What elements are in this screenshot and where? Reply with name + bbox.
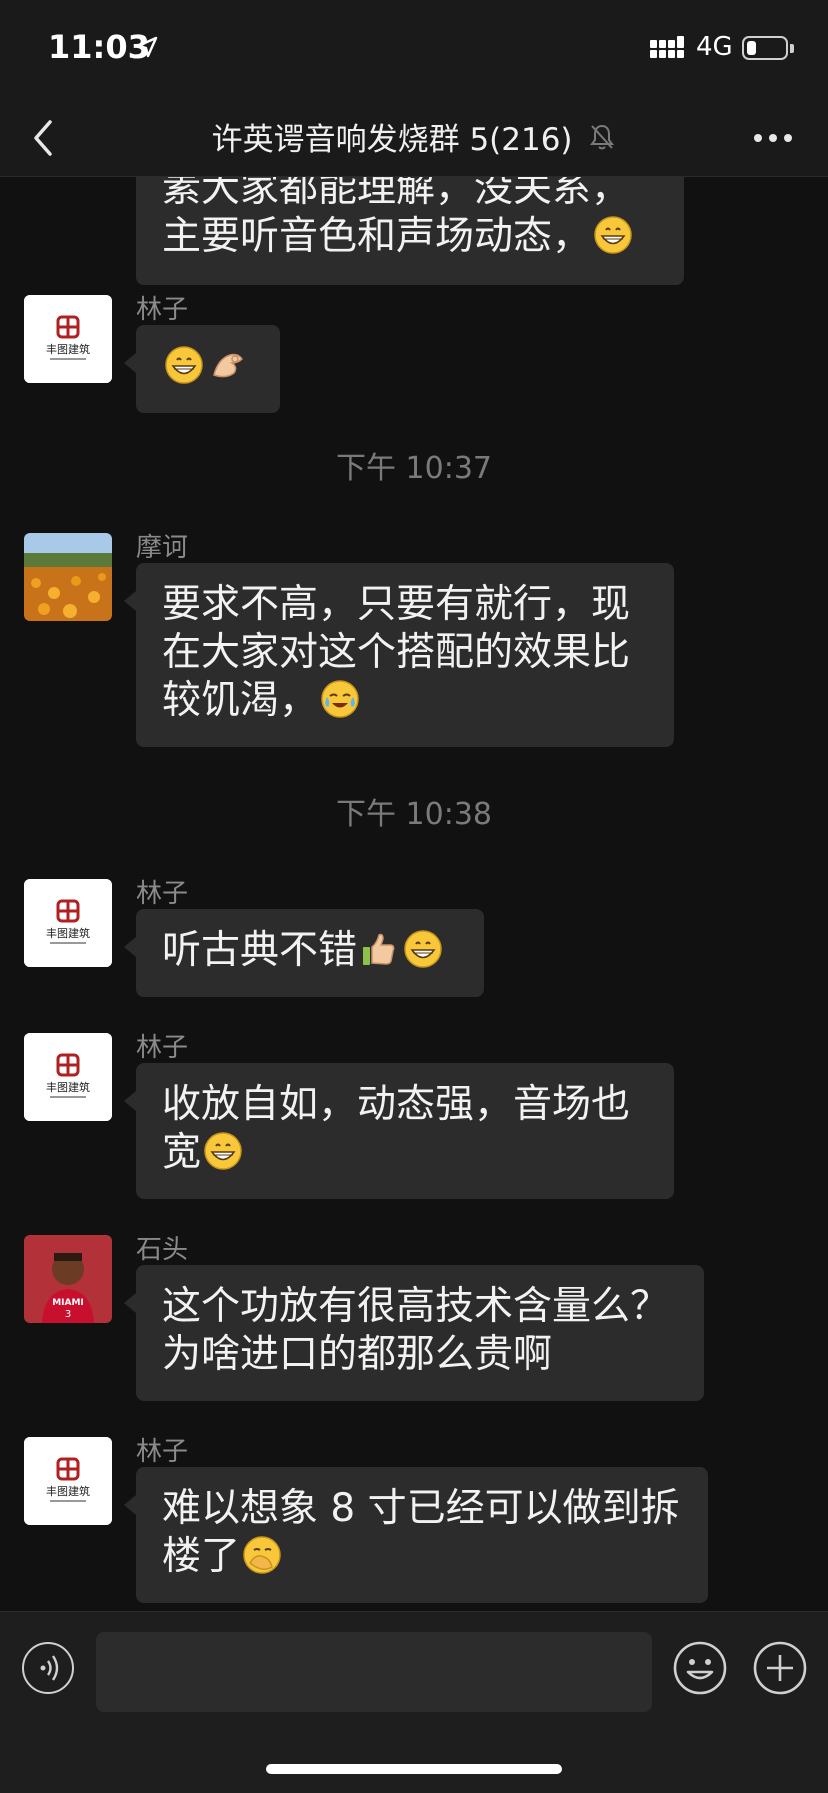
laugh-cry-emoji-icon [321,680,359,718]
grin-emoji-icon [204,1132,242,1170]
company-logo-icon: 丰图建筑 [24,879,112,967]
message-bubble[interactable]: 难以想象 8 寸已经可以做到拆 楼了 [124,1467,708,1603]
nav-bar: 许英谔音响发烧群 5(216) [0,100,828,177]
back-icon[interactable] [22,110,66,166]
company-logo-icon: 丰图建筑 [24,295,112,383]
svg-text:丰图建筑: 丰图建筑 [46,926,90,940]
battery-tip [790,44,794,53]
avatar[interactable]: 丰图建筑 [24,295,112,383]
grin-emoji-icon [165,346,203,384]
sender-name: 摩诃 [136,533,189,563]
basketball-player-avatar-icon: MIAMI3 [24,1235,112,1323]
sender-name: 林子 [136,1033,189,1063]
facepalm-emoji-icon [243,1536,281,1574]
emoji-button-icon[interactable] [672,1640,728,1696]
svg-text:丰图建筑: 丰图建筑 [46,342,90,356]
plus-button-icon[interactable] [752,1640,808,1696]
sender-name: 石头 [136,1235,189,1265]
location-arrow-icon [136,36,158,58]
message-bubble[interactable]: 收放自如，动态强，音场也 宽 [124,1063,674,1199]
home-indicator [266,1764,562,1774]
battery-icon [742,36,788,60]
avatar[interactable]: 丰图建筑 [24,879,112,967]
svg-text:丰图建筑: 丰图建筑 [46,1080,90,1094]
chat-title: 许英谔音响发烧群 5(216) [140,114,688,159]
sender-name: 林子 [136,879,189,909]
flower-field-avatar-icon [24,533,112,621]
message-input[interactable] [96,1632,652,1712]
company-logo-icon: 丰图建筑 [24,1033,112,1121]
chat-title-text: 许英谔音响发烧群 5(216) [211,122,573,158]
network-type: 4G [696,32,733,62]
sender-name: 林子 [136,1437,189,1467]
voice-icon [40,1655,59,1681]
grin-emoji-icon [404,930,442,968]
message-text: 要求不高，只要有就行，现 在大家对这个搭配的效果比 较饥渴， [162,582,631,723]
grin-emoji-icon [594,216,632,254]
message-text: 听古典不错 [162,928,358,973]
company-logo-icon: 丰图建筑 [24,1437,112,1525]
message-bubble[interactable]: 听古典不错 [124,909,484,997]
timestamp: 下午 10:37 [336,451,492,486]
avatar[interactable] [24,533,112,621]
avatar[interactable]: 丰图建筑 [24,1033,112,1121]
svg-text:丰图建筑: 丰图建筑 [46,1484,90,1498]
message-bubble[interactable]: 这个功放有很高技术含量么？ 为啥进口的都那么贵啊 [124,1265,704,1401]
signal-icon [650,36,684,58]
avatar[interactable]: MIAMI 3 [24,1235,112,1323]
message-text: 难以想象 8 寸已经可以做到拆 楼了 [162,1486,680,1579]
status-bar: 11:03 4G [0,0,828,100]
sender-name: 林子 [136,295,189,325]
more-icon[interactable] [748,120,798,156]
message-text: 素大家都能理解，没关系， 主要听音色和声场动态， [162,177,631,259]
chat-area[interactable]: 素大家都能理解，没关系， 主要听音色和声场动态， 丰图建筑 林子 下午 10:37 摩诃… [0,177,828,1611]
avatar[interactable]: 丰图建筑 [24,1437,112,1525]
message-text: 这个功放有很高技术含量么？ 为啥进口的都那么贵啊 [162,1284,670,1377]
message-bubble[interactable]: 要求不高，只要有就行，现 在大家对这个搭配的效果比 较饥渴， [124,563,674,747]
mute-bell-icon [590,124,615,149]
ok-hand-emoji-icon [213,353,243,378]
message-bubble[interactable] [124,325,280,413]
status-time: 11:03 [48,28,150,66]
message-bubble[interactable]: 素大家都能理解，没关系， 主要听音色和声场动态， [136,177,684,285]
thumbs-up-emoji-icon [363,933,395,965]
battery-level [747,41,756,55]
svg-text:MIAMI: MIAMI [52,1298,84,1308]
svg-text:3: 3 [65,1309,71,1320]
voice-button[interactable] [22,1642,74,1694]
timestamp: 下午 10:38 [336,797,492,832]
